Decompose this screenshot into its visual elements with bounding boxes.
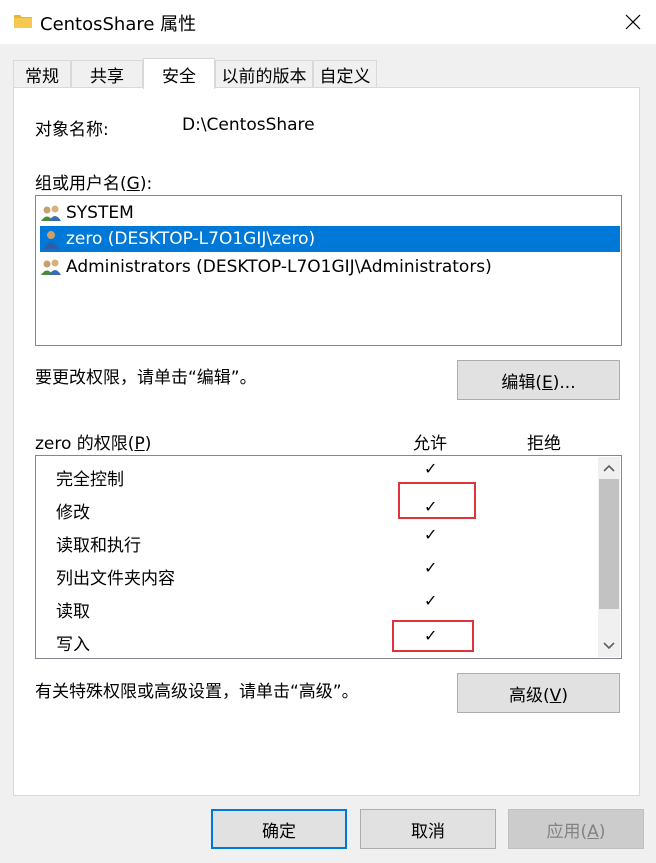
- permission-name: 读取和执行: [56, 536, 141, 556]
- tab-label: 共享: [90, 67, 124, 87]
- group-users-icon: [41, 205, 61, 221]
- tab-label: 安全: [162, 66, 196, 87]
- chevron-down-icon: [603, 642, 615, 650]
- tab-label: 自定义: [319, 67, 371, 87]
- advanced-hint: 有关特殊权限或高级设置，请单击“高级”。: [35, 682, 359, 702]
- edit-button-label: 编辑(E)...: [501, 372, 576, 393]
- permission-name: 写入: [56, 635, 90, 655]
- list-item-zero[interactable]: zero (DESKTOP-L7O1GIJ\zero): [40, 226, 620, 252]
- permissions-label: zero 的权限(P): [35, 434, 152, 454]
- permissions-list[interactable]: 完全控制 ✓ 修改 ✓ 读取和执行 ✓ 列出文件夹内容 ✓ 读取 ✓ 写入 ✓: [35, 455, 622, 659]
- ok-button[interactable]: 确定: [211, 809, 347, 849]
- window-title: CentosShare 属性: [40, 14, 197, 35]
- tab-label: 以前的版本: [221, 67, 307, 87]
- title-bar: CentosShare 属性: [0, 0, 656, 44]
- chevron-up-icon: [603, 464, 615, 472]
- allow-check-icon: ✓: [424, 459, 438, 478]
- group-users-icon: [41, 259, 61, 275]
- scroll-down-button[interactable]: [598, 635, 620, 657]
- permission-name: 完全控制: [56, 470, 124, 490]
- groups-listbox[interactable]: SYSTEM zero (DESKTOP-L7O1GIJ\zero) Admin…: [35, 195, 622, 346]
- folder-icon: [14, 15, 32, 28]
- groups-label: 组或用户名(G):: [35, 174, 153, 194]
- edit-button[interactable]: 编辑(E)...: [457, 360, 620, 400]
- advanced-button-label: 高级(V): [509, 685, 568, 706]
- allow-check-icon: ✓: [424, 558, 438, 577]
- list-item-label: Administrators (DESKTOP-L7O1GIJ\Administ…: [66, 257, 492, 277]
- tab-security[interactable]: 安全: [143, 58, 215, 89]
- allow-check-icon: ✓: [424, 591, 438, 610]
- permission-name: 列出文件夹内容: [56, 569, 175, 589]
- advanced-button[interactable]: 高级(V): [457, 673, 620, 713]
- object-name-label: 对象名称:: [35, 120, 109, 140]
- tab-sharing[interactable]: 共享: [71, 60, 143, 88]
- permission-name: 读取: [56, 602, 90, 622]
- list-item-label: zero (DESKTOP-L7O1GIJ\zero): [66, 229, 316, 249]
- close-icon: [625, 14, 641, 30]
- allow-header: 允许: [413, 434, 447, 454]
- list-item-administrators[interactable]: Administrators (DESKTOP-L7O1GIJ\Administ…: [40, 254, 620, 280]
- permission-row: 读取和执行 ✓: [56, 525, 596, 558]
- tab-label: 常规: [25, 67, 59, 87]
- permission-row: 完全控制 ✓: [56, 459, 596, 492]
- permission-name: 修改: [56, 503, 90, 523]
- scroll-up-button[interactable]: [598, 457, 620, 479]
- security-panel: 对象名称: D:\CentosShare 组或用户名(G): SYSTEM ze…: [13, 87, 640, 796]
- permission-row: 写入 ✓: [56, 624, 596, 657]
- annotation-box-modify: [398, 482, 476, 519]
- apply-button[interactable]: 应用(A): [508, 809, 644, 849]
- allow-check-icon: ✓: [424, 525, 438, 544]
- ok-button-label: 确定: [262, 821, 296, 842]
- tab-customize[interactable]: 自定义: [313, 60, 377, 88]
- cancel-button-label: 取消: [411, 821, 445, 842]
- permission-row: 列出文件夹内容 ✓: [56, 558, 596, 591]
- apply-button-label: 应用(A): [546, 821, 606, 842]
- cancel-button[interactable]: 取消: [360, 809, 496, 849]
- list-item-system[interactable]: SYSTEM: [40, 200, 620, 226]
- tab-previous-versions[interactable]: 以前的版本: [215, 60, 313, 88]
- permission-row: 读取 ✓: [56, 591, 596, 624]
- annotation-box-write: [392, 620, 474, 652]
- tab-general[interactable]: 常规: [13, 60, 71, 88]
- object-name-value: D:\CentosShare: [182, 115, 315, 135]
- permissions-scrollbar[interactable]: [598, 457, 620, 657]
- list-item-label: SYSTEM: [66, 203, 134, 223]
- close-button[interactable]: [610, 0, 656, 44]
- scroll-thumb[interactable]: [599, 479, 619, 609]
- deny-header: 拒绝: [527, 434, 561, 454]
- edit-hint: 要更改权限，请单击“编辑”。: [35, 368, 257, 388]
- permission-row: 修改 ✓: [56, 492, 596, 525]
- user-icon: [43, 231, 59, 249]
